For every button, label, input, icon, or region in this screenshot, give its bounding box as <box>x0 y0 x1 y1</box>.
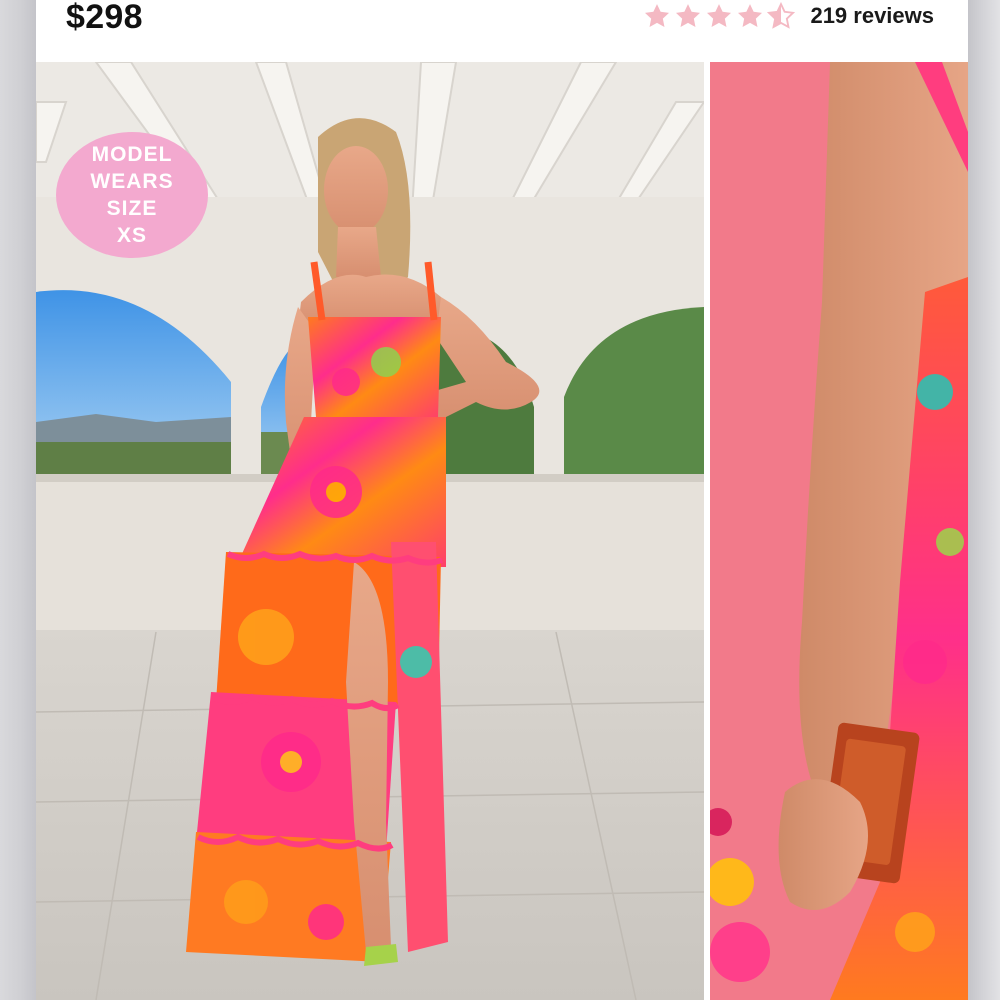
size-badge-line: SIZE <box>106 197 158 220</box>
star-icon <box>645 4 670 27</box>
reviews-count-link[interactable]: 219 reviews <box>810 3 934 29</box>
star-icon <box>707 4 732 27</box>
product-image-next[interactable] <box>710 62 968 1000</box>
size-badge-line: XS <box>116 224 147 247</box>
device-edge-right <box>968 0 1000 1000</box>
star-icon <box>738 4 763 27</box>
product-image-main[interactable]: MODEL WEARS SIZE XS <box>36 62 704 1000</box>
product-card: $298 219 reviews MODEL WEARS SIZE XS <box>36 0 968 1000</box>
size-badge-line: MODEL <box>91 143 173 166</box>
device-edge-left <box>0 0 36 1000</box>
size-badge-line: WEARS <box>90 170 174 193</box>
rating-stars <box>643 2 798 30</box>
detail-photo-illustration <box>710 62 968 1000</box>
star-icon <box>676 4 701 27</box>
product-price: $298 <box>66 0 143 36</box>
product-header: $298 219 reviews <box>36 0 968 62</box>
product-rating[interactable]: 219 reviews <box>643 2 934 30</box>
half-star-icon <box>767 2 796 29</box>
model-size-badge: MODEL WEARS SIZE XS <box>56 132 208 258</box>
